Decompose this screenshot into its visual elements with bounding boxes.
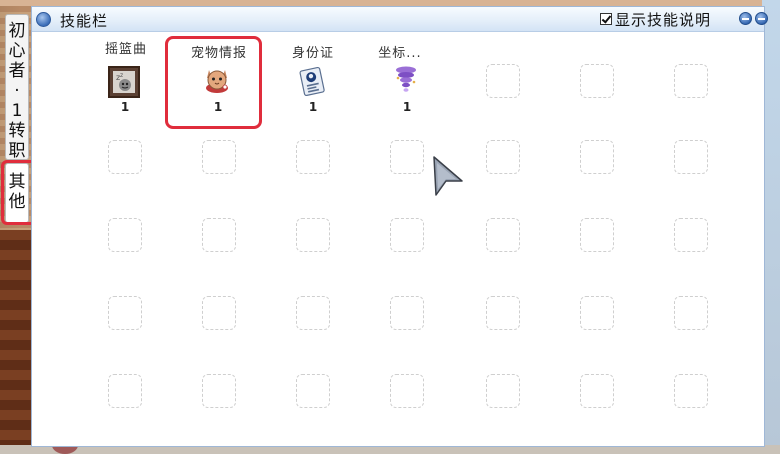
skill-level: 1	[402, 100, 412, 114]
tab-char: 职	[8, 141, 26, 161]
empty-skill-slot[interactable]	[674, 218, 708, 252]
empty-skill-slot[interactable]	[674, 64, 708, 98]
tab-char: 转	[8, 121, 26, 141]
empty-skill-slot[interactable]	[202, 374, 236, 408]
tab-char: 者	[8, 61, 26, 81]
empty-skill-slot[interactable]	[202, 140, 236, 174]
tab-char: 1	[11, 101, 23, 121]
skill-name: 摇篮曲	[104, 42, 147, 57]
empty-skill-slot[interactable]	[202, 218, 236, 252]
empty-skill-slot[interactable]	[108, 296, 142, 330]
skill-name: 坐标...	[378, 46, 422, 61]
tab-other[interactable]: 其 他	[5, 163, 29, 223]
empty-skill-slot[interactable]	[296, 140, 330, 174]
empty-skill-slot[interactable]	[674, 374, 708, 408]
empty-skill-slot[interactable]	[580, 64, 614, 98]
empty-skill-slot[interactable]	[486, 140, 520, 174]
empty-skill-slot[interactable]	[486, 64, 520, 98]
title-bar[interactable]: 技能栏 显示技能说明	[32, 7, 768, 32]
empty-skill-slot[interactable]	[296, 374, 330, 408]
show-description-checkbox[interactable]	[600, 13, 612, 25]
empty-skill-slot[interactable]	[486, 296, 520, 330]
window-title: 技能栏	[60, 12, 109, 30]
show-description-label: 显示技能说明	[615, 10, 712, 29]
empty-skill-slot[interactable]	[580, 374, 614, 408]
close-icon[interactable]	[755, 12, 768, 25]
empty-skill-slot[interactable]	[580, 218, 614, 252]
tab-novice-first-class[interactable]: 初 心 者 · 1 转 职	[5, 14, 29, 161]
empty-skill-slot[interactable]	[390, 140, 424, 174]
lullaby-icon[interactable]: z z	[108, 66, 140, 98]
window-icon	[36, 12, 51, 27]
tab-char: ·	[14, 81, 20, 101]
empty-skill-slot[interactable]	[486, 218, 520, 252]
empty-skill-slot[interactable]	[390, 374, 424, 408]
skill-level: 1	[213, 100, 223, 114]
empty-skill-slot[interactable]	[674, 140, 708, 174]
empty-skill-slot[interactable]	[390, 296, 424, 330]
empty-skill-slot[interactable]	[390, 218, 424, 252]
tab-char: 初	[8, 21, 26, 41]
mouse-cursor-icon	[433, 156, 463, 196]
skill-name: 宠物情报	[190, 46, 247, 61]
empty-skill-slot[interactable]	[674, 296, 708, 330]
pet-info-icon[interactable]	[201, 64, 233, 96]
tab-char: 心	[8, 41, 26, 61]
svg-text:z: z	[120, 72, 123, 79]
empty-skill-slot[interactable]	[486, 374, 520, 408]
tab-char: 他	[8, 192, 26, 212]
tab-char: 其	[8, 172, 26, 192]
empty-skill-slot[interactable]	[580, 140, 614, 174]
skill-name: 身份证	[291, 46, 334, 61]
minimize-icon[interactable]	[739, 12, 752, 25]
id-card-icon[interactable]	[296, 65, 328, 97]
brick-wall	[0, 230, 34, 445]
skill-level: 1	[308, 100, 318, 114]
skill-level: 1	[120, 100, 130, 114]
empty-skill-slot[interactable]	[580, 296, 614, 330]
show-description-toggle[interactable]: 显示技能说明	[600, 10, 712, 29]
empty-skill-slot[interactable]	[296, 296, 330, 330]
empty-skill-slot[interactable]	[108, 374, 142, 408]
empty-skill-slot[interactable]	[202, 296, 236, 330]
empty-skill-slot[interactable]	[296, 218, 330, 252]
empty-skill-slot[interactable]	[108, 218, 142, 252]
empty-skill-slot[interactable]	[108, 140, 142, 174]
coordinate-tornado-icon[interactable]	[390, 64, 422, 96]
